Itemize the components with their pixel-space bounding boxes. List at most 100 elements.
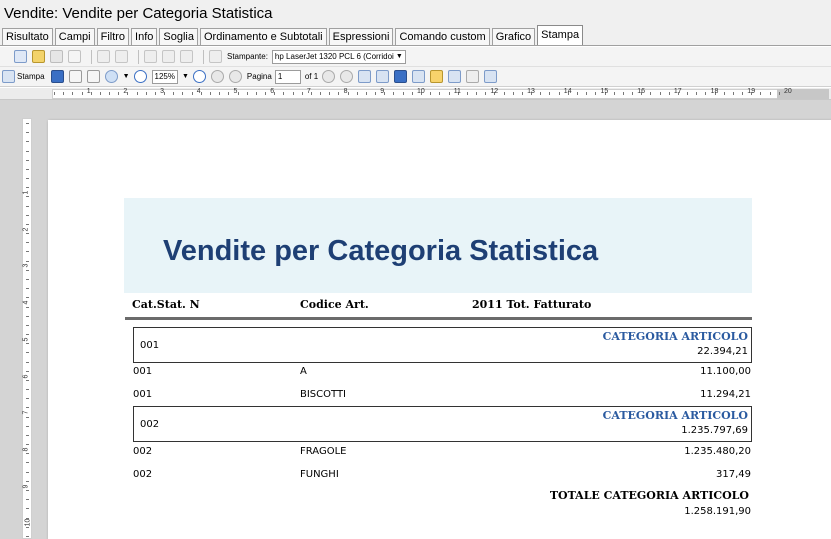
ruler-tick — [705, 92, 707, 95]
tab-grafico[interactable]: Grafico — [491, 28, 536, 45]
ruler-tick — [219, 92, 221, 95]
report-window: Vendite: Vendite per Categoria Statistic… — [0, 0, 831, 539]
ruler-tick — [301, 92, 303, 95]
thumbnails-icon[interactable] — [484, 70, 498, 83]
ruler-tick — [696, 92, 698, 95]
group-code: 001 — [140, 340, 160, 351]
ruler-tick — [265, 92, 267, 95]
print-button[interactable]: Stampa — [17, 72, 45, 81]
hand-icon[interactable] — [430, 70, 444, 83]
chevron-down-icon[interactable]: ▼ — [123, 73, 130, 80]
ruler-number: 1 — [22, 190, 30, 195]
ruler-tick — [26, 223, 29, 225]
tab-ordinamento[interactable]: Ordinamento e Subtotali — [199, 28, 327, 45]
undo-icon[interactable] — [97, 50, 110, 63]
last-page-icon[interactable] — [340, 70, 354, 83]
text-icon[interactable] — [448, 70, 462, 83]
ruler-tick — [687, 92, 689, 95]
tab-info[interactable]: Info — [131, 28, 158, 45]
find-icon[interactable] — [466, 70, 480, 83]
page-icon[interactable] — [68, 70, 82, 83]
ruler-tick — [26, 352, 29, 354]
ruler-number: 17 — [673, 88, 682, 95]
next-page-icon[interactable] — [322, 70, 336, 83]
save-icon[interactable] — [50, 70, 64, 83]
first-page-icon[interactable] — [210, 70, 224, 83]
multi-page-icon[interactable] — [394, 70, 408, 83]
page-setup-icon[interactable] — [14, 50, 27, 63]
tab-soglia[interactable]: Soglia — [159, 28, 198, 45]
row-value: 317,49 — [716, 469, 751, 480]
ruler-tick — [338, 92, 340, 95]
chevron-down-icon[interactable]: ▼ — [182, 73, 189, 80]
ruler-tick — [26, 398, 29, 400]
tab-campi[interactable]: Campi — [54, 28, 95, 45]
ruler-tick — [26, 370, 29, 372]
ruler-number: 5 — [233, 88, 238, 95]
ruler-number: 7 — [306, 88, 311, 95]
chevron-down-icon: ▼ — [395, 53, 403, 60]
ruler-tick — [109, 92, 111, 95]
grand-total-value: 1.258.191,90 — [684, 506, 751, 517]
ruler-tick — [26, 242, 29, 244]
title-band: Vendite per Categoria Statistica — [124, 198, 752, 293]
row-cat: 002 — [133, 446, 153, 457]
ruler-tick — [26, 343, 29, 345]
printer-icon[interactable] — [2, 70, 15, 83]
ruler-tick — [26, 196, 29, 198]
ruler-tick — [26, 150, 29, 152]
zoom-in-icon[interactable] — [192, 70, 206, 83]
ruler-tick — [26, 260, 29, 262]
printer-value: hp LaserJet 1320 PCL 6 (Corridoi — [274, 52, 394, 61]
ruler-tick — [26, 233, 29, 235]
group-code: 002 — [140, 419, 160, 430]
ruler-tick — [650, 92, 652, 95]
tab-risultato[interactable]: Risultato — [2, 28, 53, 45]
ruler-tick — [154, 92, 156, 95]
page-input-value: 1 — [277, 72, 283, 81]
separator — [203, 49, 204, 64]
row-value: 1.235.480,20 — [684, 446, 751, 457]
tab-espressioni[interactable]: Espressioni — [328, 28, 394, 45]
ruler-tick — [26, 159, 29, 161]
ruler-number: 15 — [600, 88, 609, 95]
page-input[interactable]: 1 — [274, 69, 301, 84]
printer-select[interactable]: hp LaserJet 1320 PCL 6 (Corridoi ▼ — [271, 49, 406, 64]
page-setup-icon[interactable] — [86, 70, 100, 83]
tab-bar: Risultato Campi Filtro Info Soglia Ordin… — [0, 25, 831, 46]
two-pages-icon[interactable] — [376, 70, 390, 83]
zoom-select[interactable]: 125% — [151, 69, 178, 84]
ruler-tick — [26, 444, 29, 446]
copy-icon[interactable] — [162, 50, 175, 63]
tab-comando-custom[interactable]: Comando custom — [395, 28, 490, 45]
ruler-tick — [237, 92, 239, 95]
tab-stampa[interactable]: Stampa — [537, 25, 584, 45]
ruler-tick — [26, 132, 29, 134]
tab-filtro[interactable]: Filtro — [96, 28, 130, 45]
redo-icon[interactable] — [115, 50, 128, 63]
zoom-icon[interactable] — [104, 70, 118, 83]
zoom-out-icon[interactable] — [133, 70, 147, 83]
header-total: 2011 Tot. Fatturato — [472, 298, 592, 311]
ruler-number: 14 — [563, 88, 572, 95]
ruler-tick — [402, 92, 404, 95]
printer-label: Stampante: — [227, 52, 268, 61]
preview-area[interactable]: 1 2 3 4 5 6 7 8 9 10 Vendite per Categoria Statis… — [0, 100, 831, 539]
list-icon[interactable] — [209, 50, 222, 63]
open-icon[interactable] — [50, 50, 63, 63]
previous-page-icon[interactable] — [228, 70, 242, 83]
new-icon[interactable] — [68, 50, 81, 63]
ruler-tick — [26, 251, 29, 253]
ruler-number: 13 — [527, 88, 535, 95]
ruler-tick — [26, 168, 29, 170]
vertical-ruler: 1 2 3 4 5 6 7 8 9 10 — [22, 118, 32, 539]
toolbar-preview: Stampa ▼ 125% ▼ Pagina 1 of 1 — [0, 67, 831, 87]
ruler-number: 1 — [86, 88, 91, 95]
single-page-icon[interactable] — [358, 70, 372, 83]
edit-icon[interactable] — [32, 50, 45, 63]
ruler-number: 16 — [637, 88, 645, 95]
paste-icon[interactable] — [180, 50, 193, 63]
ruler-number: 19 — [747, 88, 756, 95]
grid-icon[interactable] — [412, 70, 426, 83]
cut-icon[interactable] — [144, 50, 157, 63]
